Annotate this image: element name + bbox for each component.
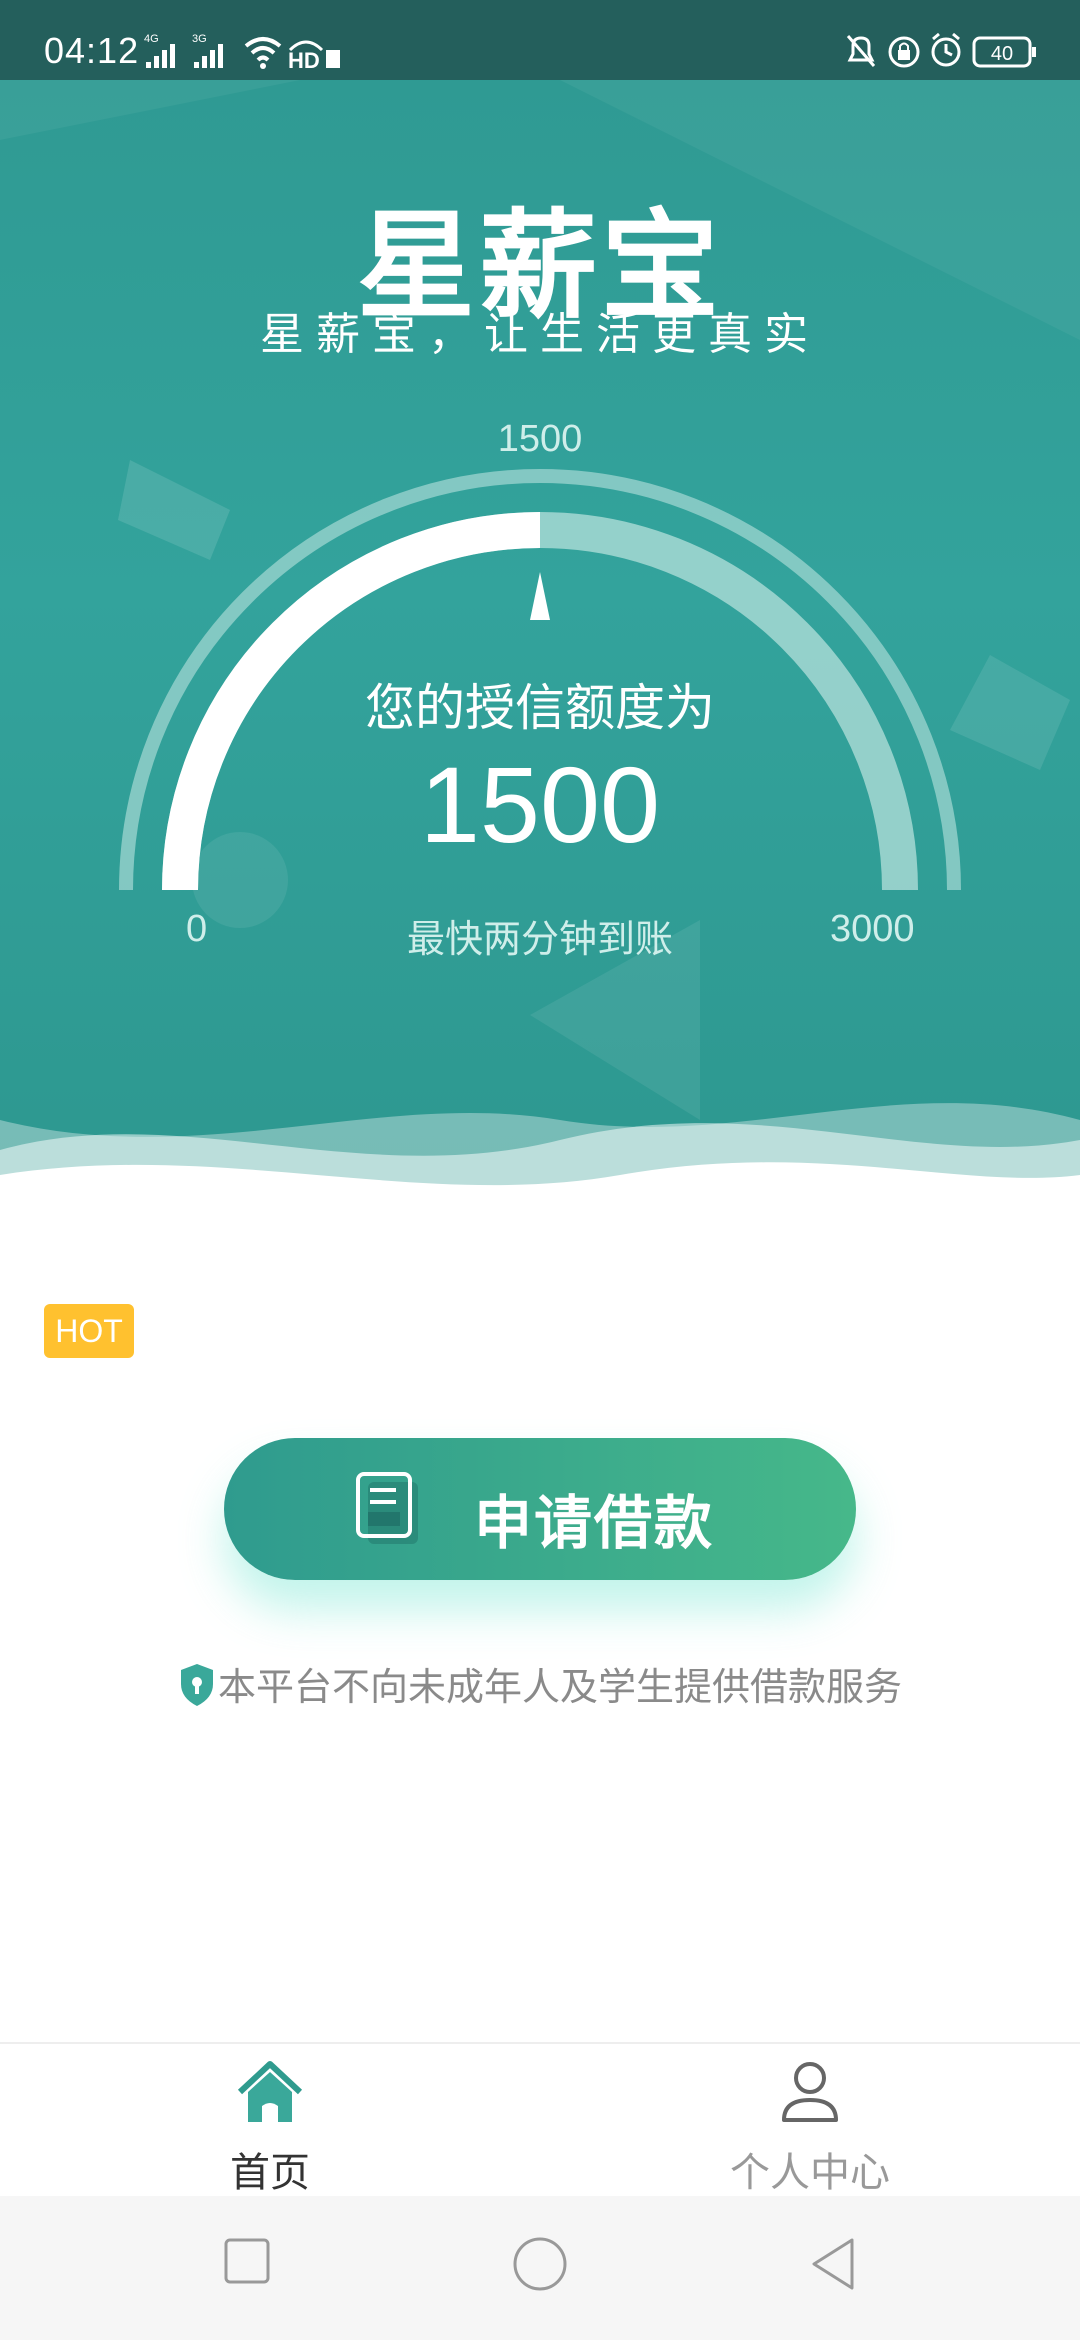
wifi-icon [244, 37, 282, 69]
home-icon [237, 2061, 303, 2122]
document-icon [356, 1472, 418, 1544]
shield-icon [180, 1664, 213, 1706]
credit-limit-amount: 1500 [419, 744, 661, 865]
signal-3g-label: 3G [192, 33, 207, 45]
battery-level: 40 [991, 43, 1013, 65]
hd-call-icon: HD [288, 40, 340, 70]
signal-3g-icon: 3G [192, 33, 223, 68]
status-bar: 04:12 4G 3G HD 40 [0, 0, 1080, 80]
recent-apps-icon[interactable] [222, 2236, 272, 2286]
alarm-icon [931, 32, 961, 67]
gauge-mid-label: 1500 [497, 418, 583, 460]
gauge-pointer [530, 572, 550, 620]
signal-4g-icon: 4G [144, 33, 175, 68]
credit-limit-caption: 您的授信额度为 [365, 679, 715, 737]
hd-label: HD [288, 48, 320, 70]
disclaimer-text: 本平台不向未成年人及学生提供借款服务 [217, 1665, 902, 1709]
hot-badge: HOT [44, 1304, 134, 1358]
lock-rotation-icon [888, 36, 920, 68]
signal-4g-label: 4G [144, 33, 159, 45]
system-navigation-bar [0, 2196, 1080, 2340]
bell-muted-icon [846, 35, 876, 67]
home-circle-icon[interactable] [512, 2236, 568, 2292]
tab-home-label: 首页 [230, 2150, 310, 2196]
person-icon [782, 2062, 838, 2122]
tab-profile-label: 个人中心 [730, 2150, 890, 2196]
hero-banner: 星薪宝 星薪宝，让生活更真实 1500 0 3000 您的授信额度为 1500 … [0, 80, 1080, 1220]
bottom-tab-bar: 首页 个人中心 [0, 2042, 1080, 2198]
app-screen: 04:12 4G 3G HD 40 星薪宝 星薪宝，让生活更真实 1500 0 … [0, 0, 1080, 2340]
tab-profile[interactable]: 个人中心 [540, 2044, 1080, 2198]
battery-icon: 40 [972, 36, 1036, 68]
apply-loan-label: 申请借款 [474, 1489, 715, 1557]
arrival-time-note: 最快两分钟到账 [406, 917, 673, 961]
disclaimer-note: 本平台不向未成年人及学生提供借款服务 [0, 1656, 1080, 1711]
apply-loan-button[interactable]: 申请借款 [224, 1438, 856, 1580]
tab-home[interactable]: 首页 [0, 2044, 540, 2198]
credit-gauge [119, 469, 961, 891]
hero-wave [0, 1103, 1080, 1220]
status-time: 04:12 [44, 30, 140, 71]
back-triangle-icon[interactable] [808, 2236, 858, 2292]
